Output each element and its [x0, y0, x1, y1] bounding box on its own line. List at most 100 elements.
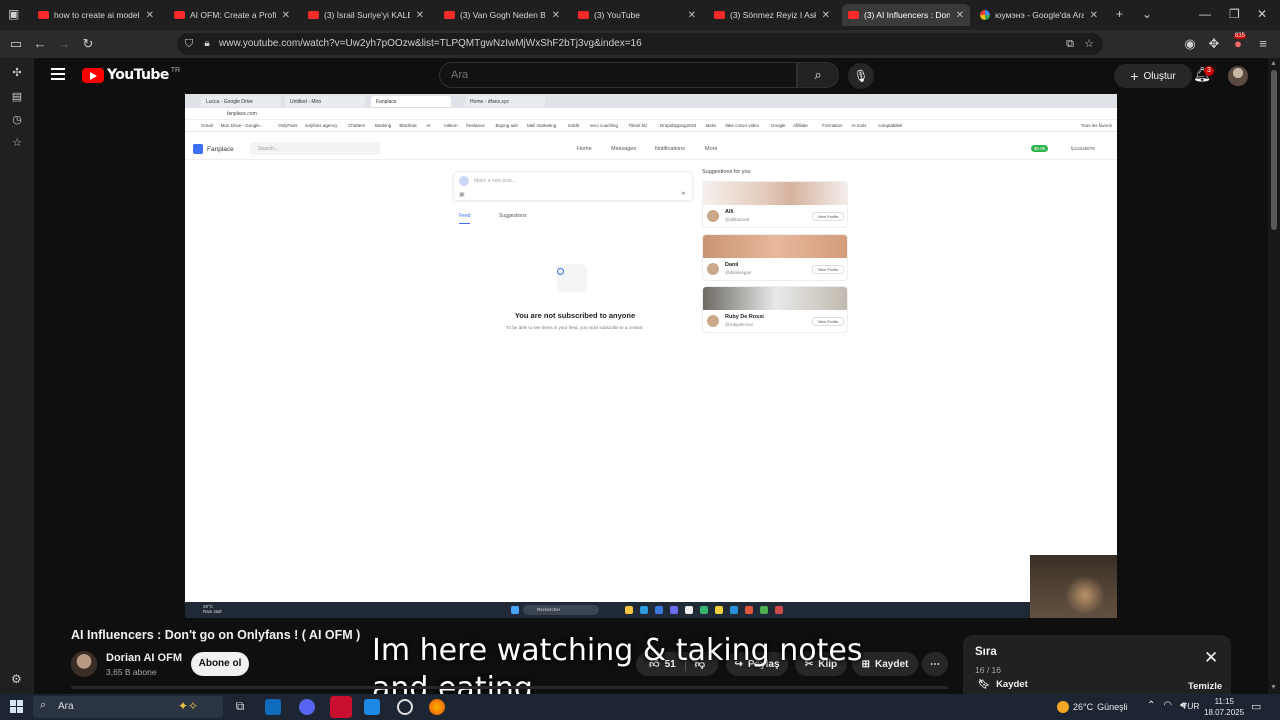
minimize-icon[interactable]: —: [1199, 7, 1211, 21]
outlook-icon[interactable]: [265, 699, 281, 715]
channel-avatar[interactable]: [71, 651, 97, 677]
post-composer: Make a new post... ▣ ➤: [453, 171, 693, 201]
scroll-down-icon[interactable]: ▼: [1270, 684, 1277, 691]
browser-tab[interactable]: how to create ai models fo ✕: [32, 4, 160, 26]
clock-time: 11:15: [1214, 697, 1234, 706]
queue-panel: Sıra 16 / 16 ✕ 🔖︎ Kaydet Temizle: [963, 635, 1231, 694]
create-button[interactable]: + Oluştur: [1114, 64, 1192, 88]
close-window-icon[interactable]: ✕: [1257, 7, 1267, 21]
close-tab-icon[interactable]: ✕: [552, 10, 560, 21]
address-bar[interactable]: ⛉ 🔒︎ www.youtube.com/watch?v=Uw2yh7pOOzw…: [177, 33, 1103, 55]
youtube-logo[interactable]: YouTube TR: [82, 67, 180, 83]
obs-icon[interactable]: [397, 699, 413, 715]
task-view-icon[interactable]: ⧉: [232, 699, 248, 715]
weather-temp: 26°C: [1073, 702, 1094, 712]
account-avatar[interactable]: [1228, 66, 1248, 86]
search-button[interactable]: ⌕: [797, 62, 839, 88]
hamburger-menu-icon[interactable]: [51, 68, 65, 80]
browser-tab[interactable]: (3) YouTube ✕: [572, 4, 702, 26]
search-box[interactable]: [439, 62, 797, 88]
browser-tab-title: (3) Sönmez Reyiz I Askerlik: [730, 10, 816, 20]
tray-chevron-icon[interactable]: ⌃: [1147, 700, 1155, 711]
queue-save-button[interactable]: 🔖︎ Kaydet: [978, 679, 1028, 690]
suggestion-card: Ruby De Rossi @rubyderossi View Profile: [702, 286, 848, 333]
close-icon[interactable]: ✕: [1204, 649, 1218, 666]
sidebar-settings-icon[interactable]: ⚙: [11, 672, 22, 686]
browser-tab[interactable]: (3) AI Influencers : Don't ✕: [842, 4, 970, 26]
close-tab-icon[interactable]: ✕: [822, 10, 830, 21]
back-icon[interactable]: ←: [31, 35, 49, 53]
browser-tab-title: (3) İsrail Suriye'yi KALBİNDE: [324, 10, 410, 20]
search-input[interactable]: [440, 63, 796, 87]
open-in-app-icon[interactable]: ⧉: [1061, 35, 1079, 53]
close-tab-icon[interactable]: ✕: [688, 10, 696, 21]
browser-tab[interactable]: (3) İsrail Suriye'yi KALBİNDE ✕: [302, 4, 430, 26]
voice-search-button[interactable]: 🎙︎: [848, 63, 874, 89]
close-tab-icon[interactable]: ✕: [1090, 10, 1098, 21]
start-button-icon[interactable]: [10, 700, 23, 713]
channel-name[interactable]: Dorian AI OFM: [106, 652, 182, 664]
suggestion-banner: [703, 182, 847, 205]
discord-icon[interactable]: [299, 699, 315, 715]
firefox-icon[interactable]: [429, 699, 445, 715]
description-divider: [71, 686, 948, 689]
input-language[interactable]: TUR: [1182, 701, 1199, 711]
network-icon[interactable]: ◠: [1163, 700, 1172, 711]
recorded-bookmark: Tous les favoris: [1081, 123, 1113, 128]
menu-icon[interactable]: ≡: [1254, 35, 1272, 53]
video-player[interactable]: Lucca - Google Drive Untitled - Miro Fanpl…: [185, 94, 1117, 618]
browser-tab[interactable]: AI OFM: Create a Profitable ✕: [168, 4, 296, 26]
sidebar-toggle-icon[interactable]: ▭: [7, 35, 25, 53]
taskbar-clock[interactable]: 11:15 18.07.2025: [1204, 696, 1244, 718]
recorded-browser-tabs: Lucca - Google Drive Untitled - Miro Fanpl…: [185, 94, 1117, 108]
clock-date: 18.07.2025: [1204, 708, 1245, 717]
close-tab-icon[interactable]: ✕: [146, 10, 154, 21]
recorded-bookmark: Google: [770, 123, 786, 128]
browser-tab[interactable]: (3) Sönmez Reyiz I Askerlik ✕: [708, 4, 836, 26]
scroll-up-icon[interactable]: ▲: [1270, 60, 1277, 67]
file-explorer-icon[interactable]: [364, 699, 380, 715]
close-tab-icon[interactable]: ✕: [282, 10, 290, 21]
vpn-icon[interactable]: ◉: [1181, 35, 1199, 53]
browser-tab-strip: ▣ how to create ai models fo✕ AI OFM: Cre…: [0, 0, 1280, 30]
close-tab-icon[interactable]: ✕: [956, 10, 964, 21]
queue-clear-button[interactable]: Temizle: [1188, 681, 1222, 692]
bookmark-star-icon[interactable]: ☆: [1080, 35, 1098, 53]
taskbar-weather[interactable]: 26°C Güneşli: [1057, 701, 1128, 713]
suggestion-name: Danii: [725, 262, 739, 268]
workspaces-icon[interactable]: ▣: [8, 7, 19, 21]
tab-list-icon[interactable]: ⌄: [1142, 7, 1152, 21]
browser-tab-title: (3) AI Influencers : Don't: [864, 10, 950, 20]
opera-icon[interactable]: [330, 696, 352, 718]
new-tab-icon[interactable]: +: [1116, 7, 1123, 21]
scroll-thumb[interactable]: [1271, 70, 1277, 230]
tools-icon[interactable]: ✣: [10, 66, 24, 80]
browser-tab[interactable]: (3) Van Gogh Neden Bu Ka ✕: [438, 4, 566, 26]
recorded-app-icon: [745, 606, 753, 614]
recorded-bookmark: reddit: [567, 123, 580, 128]
notification-center-icon[interactable]: ▭: [1251, 700, 1261, 713]
forward-icon[interactable]: →: [55, 35, 73, 53]
recorded-bookmark: Blackhat: [399, 123, 417, 128]
extensions-icon[interactable]: ✥: [1205, 35, 1223, 53]
recorded-app-icon: [730, 606, 738, 614]
browser-tab[interactable]: юумэнэ - Google'da Ara ✕: [974, 4, 1104, 26]
more-actions-button[interactable]: ⋯: [922, 652, 948, 676]
taskbar-search[interactable]: ⌕ Ara ✦✧: [33, 696, 223, 718]
suggestion-avatar: [706, 262, 720, 276]
history-icon[interactable]: ◷: [10, 113, 24, 127]
create-label: Oluştur: [1143, 70, 1176, 82]
youtube-favicon-icon: [848, 11, 859, 19]
lock-icon[interactable]: 🔒︎: [198, 35, 216, 53]
browser-tab-title: (3) Van Gogh Neden Bu Ka: [460, 10, 546, 20]
subscribe-button[interactable]: Abone ol: [191, 652, 249, 676]
restore-icon[interactable]: ❐: [1229, 7, 1240, 21]
url-text[interactable]: www.youtube.com/watch?v=Uw2yh7pOOzw&list…: [219, 38, 642, 49]
composer-placeholder: Make a new post...: [474, 178, 516, 184]
tracking-shield-icon[interactable]: ⛉: [180, 35, 198, 53]
reading-list-icon[interactable]: ▤: [10, 90, 24, 104]
close-tab-icon[interactable]: ✕: [416, 10, 424, 21]
favorites-icon[interactable]: ☆: [10, 136, 24, 150]
reload-icon[interactable]: ↻: [79, 35, 97, 53]
page-scrollbar[interactable]: ▲ ▼: [1268, 58, 1280, 694]
